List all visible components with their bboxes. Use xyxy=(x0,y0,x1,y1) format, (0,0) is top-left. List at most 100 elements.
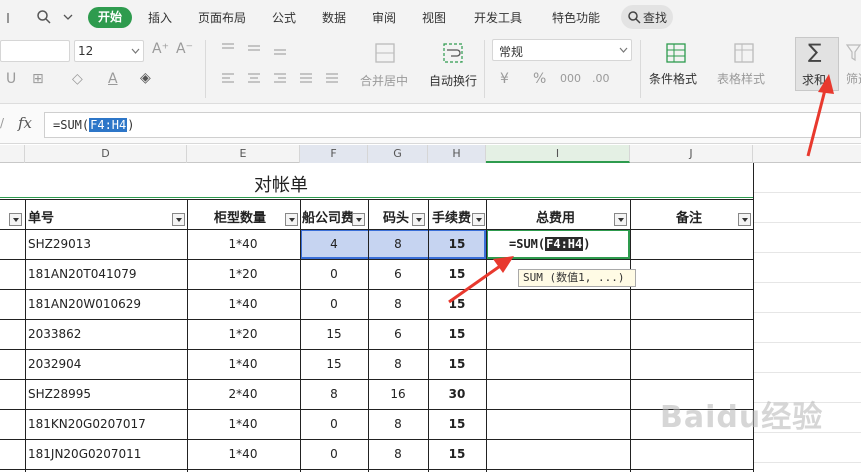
cell-handling[interactable]: 15 xyxy=(427,237,487,251)
cell-dock[interactable]: 6 xyxy=(368,267,428,281)
merge-center-label[interactable]: 合并居中 xyxy=(360,72,408,89)
cell-ship[interactable]: 8 xyxy=(304,387,364,401)
border-icon[interactable]: ⊞ xyxy=(32,71,44,87)
column-header-d[interactable]: D xyxy=(25,145,187,163)
cell-ship[interactable]: 0 xyxy=(304,447,364,461)
column-header-h[interactable]: H xyxy=(428,145,486,163)
cell-ship[interactable]: 15 xyxy=(304,357,364,371)
cell-dock[interactable]: 8 xyxy=(368,357,428,371)
cell-dock[interactable]: 8 xyxy=(368,447,428,461)
cell-handling[interactable]: 15 xyxy=(427,357,487,371)
font-color-icon[interactable]: A xyxy=(108,71,118,87)
filter-dropdown-f[interactable] xyxy=(352,213,365,226)
cell-container[interactable]: 1*20 xyxy=(213,267,273,281)
cell-container[interactable]: 1*20 xyxy=(213,327,273,341)
cell-handling[interactable]: 15 xyxy=(427,447,487,461)
cell-order[interactable]: 2033862 xyxy=(28,327,81,341)
merge-center-icon[interactable] xyxy=(374,42,396,64)
cancel-formula-icon[interactable]: / xyxy=(0,116,4,130)
cell-order[interactable]: SHZ29013 xyxy=(28,237,91,251)
font-size-select[interactable]: 12 xyxy=(74,40,144,62)
cell-dock[interactable]: 6 xyxy=(368,327,428,341)
decrease-font-icon[interactable]: A⁻ xyxy=(176,41,193,57)
cell-order[interactable]: SHZ28995 xyxy=(28,387,91,401)
filter-dropdown-h[interactable] xyxy=(472,213,485,226)
thousands-separator-icon[interactable]: 000 xyxy=(560,72,581,85)
column-header-e[interactable]: E xyxy=(187,145,300,163)
cell-ship[interactable]: 0 xyxy=(304,267,364,281)
filter-dropdown-g[interactable] xyxy=(412,213,425,226)
cell-handling[interactable]: 15 xyxy=(427,327,487,341)
cell-handling[interactable]: 15 xyxy=(427,417,487,431)
cell-container[interactable]: 1*40 xyxy=(213,237,273,251)
tab-view[interactable]: 视图 xyxy=(422,9,446,26)
tab-formulas[interactable]: 公式 xyxy=(272,9,296,26)
column-header-c[interactable] xyxy=(0,145,25,163)
table-style-label[interactable]: 表格样式 xyxy=(717,70,765,87)
cell-ship[interactable]: 0 xyxy=(304,297,364,311)
filter-icon[interactable] xyxy=(846,44,861,62)
cell-dock[interactable]: 8 xyxy=(368,297,428,311)
filter-dropdown-j[interactable] xyxy=(738,213,751,226)
fill-color-icon[interactable]: ◇ xyxy=(72,71,83,87)
column-header-j[interactable]: J xyxy=(630,145,753,163)
horizontal-align-icons[interactable] xyxy=(220,72,350,86)
currency-icon[interactable]: ¥ xyxy=(500,71,509,87)
tab-page-layout[interactable]: 页面布局 xyxy=(198,9,246,26)
tab-developer[interactable]: 开发工具 xyxy=(474,9,522,26)
increase-font-icon[interactable]: A⁺ xyxy=(152,41,169,57)
cell-dock[interactable]: 8 xyxy=(368,417,428,431)
search-button[interactable]: 查找 xyxy=(621,5,673,29)
tab-insert[interactable]: 插入 xyxy=(148,9,172,26)
tab-special-features[interactable]: 特色功能 xyxy=(552,9,600,26)
formula-input[interactable]: =SUM(F4:H4) xyxy=(44,112,861,138)
filter-dropdown-c[interactable] xyxy=(9,213,22,226)
conditional-format-icon[interactable] xyxy=(665,42,687,64)
fx-icon[interactable]: fx xyxy=(18,114,32,132)
search-icon[interactable] xyxy=(36,9,52,25)
cell-container[interactable]: 1*40 xyxy=(213,417,273,431)
table-style-icon[interactable] xyxy=(733,42,755,64)
decimal-icon[interactable]: .00 xyxy=(592,72,610,85)
vertical-align-icons[interactable] xyxy=(220,42,300,56)
tab-review[interactable]: 审阅 xyxy=(372,9,396,26)
cell-order[interactable]: 181AN20W010629 xyxy=(28,297,141,311)
number-format-select[interactable]: 常规 xyxy=(492,39,632,61)
cell-container[interactable]: 1*40 xyxy=(213,447,273,461)
tab-start[interactable]: 开始 xyxy=(88,7,132,28)
wrap-text-icon[interactable] xyxy=(442,42,464,64)
table-row: 181KN20G0207017 1*40 0 8 15 xyxy=(0,409,753,439)
cell-handling[interactable]: 30 xyxy=(427,387,487,401)
underline-icon[interactable]: U xyxy=(6,71,16,87)
cell-container[interactable]: 1*40 xyxy=(213,357,273,371)
undo-icon[interactable] xyxy=(6,10,18,24)
cell-order[interactable]: 181AN20T041079 xyxy=(28,267,137,281)
cell-handling[interactable]: 15 xyxy=(427,267,487,281)
cell-ship[interactable]: 0 xyxy=(304,417,364,431)
cell-dock[interactable]: 16 xyxy=(368,387,428,401)
cell-order[interactable]: 181KN20G0207017 xyxy=(28,417,146,431)
cell-ship[interactable]: 4 xyxy=(304,237,364,251)
cell-dock[interactable]: 8 xyxy=(368,237,428,251)
conditional-format-label[interactable]: 条件格式 xyxy=(649,70,697,87)
cell-order[interactable]: 181JN20G0207011 xyxy=(28,447,141,461)
autosum-button[interactable]: ∑ 求和 xyxy=(795,37,839,91)
filter-dropdown-e[interactable] xyxy=(285,213,298,226)
chevron-down-icon[interactable] xyxy=(63,12,73,22)
percent-icon[interactable]: % xyxy=(533,71,546,87)
column-header-f[interactable]: F xyxy=(300,145,368,163)
wrap-text-label[interactable]: 自动换行 xyxy=(429,72,477,89)
clear-format-icon[interactable]: ◈ xyxy=(140,70,151,86)
column-header-i[interactable]: I xyxy=(486,145,630,163)
cell-container[interactable]: 1*40 xyxy=(213,297,273,311)
filter-dropdown-d[interactable] xyxy=(172,213,185,226)
cell-ship[interactable]: 15 xyxy=(304,327,364,341)
filter-label[interactable]: 筛选 xyxy=(846,70,861,87)
font-name-select[interactable] xyxy=(0,40,70,62)
filter-dropdown-i[interactable] xyxy=(614,213,627,226)
column-header-g[interactable]: G xyxy=(368,145,428,163)
cell-handling[interactable]: 15 xyxy=(427,297,487,311)
cell-container[interactable]: 2*40 xyxy=(213,387,273,401)
cell-order[interactable]: 2032904 xyxy=(28,357,81,371)
tab-data[interactable]: 数据 xyxy=(322,9,346,26)
